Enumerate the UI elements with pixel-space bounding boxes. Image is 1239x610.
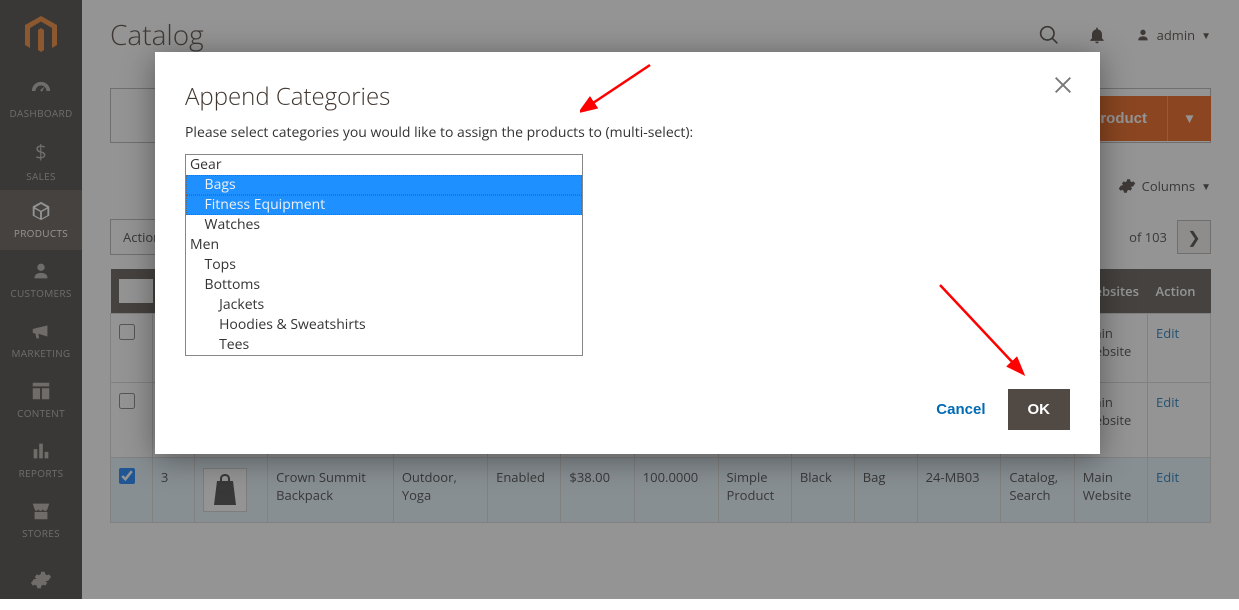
category-option[interactable]: Men — [186, 235, 582, 255]
cancel-button[interactable]: Cancel — [936, 401, 985, 418]
category-option[interactable]: Bottoms — [186, 275, 582, 295]
category-option[interactable]: Watches — [186, 215, 582, 235]
category-option[interactable]: Bags — [186, 175, 582, 195]
category-option[interactable]: Jackets — [186, 295, 582, 315]
categories-multiselect[interactable]: Gear Bags Fitness Equipment WatchesMen T… — [185, 154, 583, 356]
category-option[interactable]: Fitness Equipment — [186, 195, 582, 215]
append-categories-modal: Append Categories Please select categori… — [155, 52, 1100, 454]
category-option[interactable]: Tees — [186, 335, 582, 355]
category-option[interactable]: Hoodies & Sweatshirts — [186, 315, 582, 335]
category-option[interactable]: Tops — [186, 255, 582, 275]
modal-title: Append Categories — [185, 80, 1070, 113]
modal-close-button[interactable] — [1052, 74, 1078, 100]
modal-description: Please select categories you would like … — [185, 123, 1070, 142]
close-icon — [1052, 74, 1074, 96]
category-option[interactable]: Gear — [186, 155, 582, 175]
ok-button[interactable]: OK — [1008, 389, 1071, 430]
